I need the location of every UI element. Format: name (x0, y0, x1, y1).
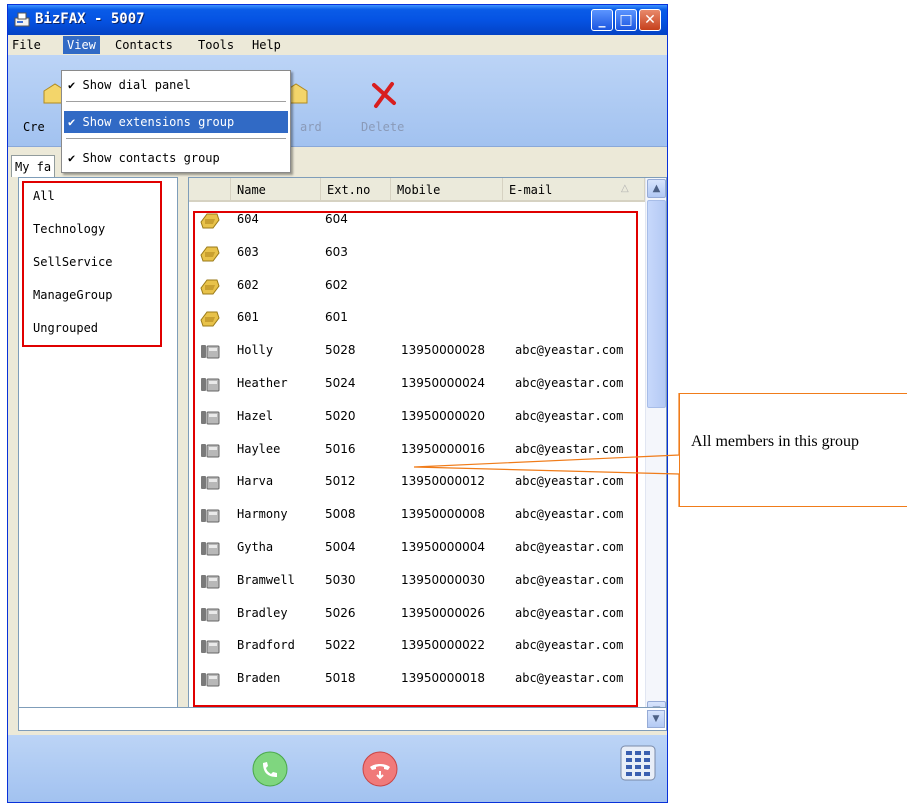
check-icon: ✔ (68, 115, 76, 129)
contact-list: Name Ext.no Mobile E-mail △ 604 604 603 603… (188, 177, 667, 723)
menu-item-show-extensions-group[interactable]: ✔ Show extensions group (64, 111, 288, 133)
menu-tools[interactable]: Tools (194, 36, 238, 54)
menu-item-label: Show contacts group (82, 151, 220, 165)
forward-button-label[interactable]: ard (300, 120, 322, 134)
menu-separator (66, 138, 286, 139)
group-item-technology[interactable]: Technology (33, 222, 105, 236)
menu-item-label: Show dial panel (82, 78, 191, 92)
scroll-thumb[interactable] (647, 200, 666, 408)
group-item-ungrouped[interactable]: Ungrouped (33, 321, 98, 335)
minimize-icon[interactable]: _ (591, 9, 613, 31)
group-item-sellservice[interactable]: SellService (33, 255, 112, 269)
menu-separator (66, 101, 286, 102)
group-item-managegroup[interactable]: ManageGroup (33, 288, 112, 302)
dropdown-arrow-icon[interactable]: ▼ (647, 710, 665, 728)
menu-item-show-dial-panel[interactable]: ✔ Show dial panel (64, 74, 288, 96)
hangup-button-icon[interactable] (362, 751, 398, 787)
create-button-label[interactable]: Cre (23, 120, 45, 134)
view-menu-dropdown: ✔ Show dial panel ✔ Show extensions grou… (61, 70, 291, 173)
vertical-scrollbar[interactable]: ▲ ▼ (645, 178, 666, 722)
dial-input[interactable]: ▼ (18, 707, 667, 731)
menu-help[interactable]: Help (248, 36, 285, 54)
call-button-icon[interactable] (252, 751, 288, 787)
delete-icon[interactable] (370, 81, 398, 109)
menu-bar: File View Contacts Tools Help (8, 35, 667, 55)
fax-app-icon (14, 12, 30, 27)
members-highlight-box (193, 211, 638, 707)
menu-item-label: Show extensions group (82, 115, 235, 129)
window-title: BizFAX - 5007 (35, 11, 145, 27)
col-header-icon[interactable] (189, 178, 231, 202)
check-icon: ✔ (68, 78, 76, 92)
col-header-mobile[interactable]: Mobile (391, 178, 503, 202)
check-icon: ✔ (68, 151, 76, 165)
tab-my-favorites[interactable]: My fa (11, 155, 56, 177)
maximize-icon[interactable]: □ (615, 9, 637, 31)
sort-arrow-icon: △ (621, 183, 629, 194)
col-header-ext[interactable]: Ext.no (321, 178, 391, 202)
menu-view[interactable]: View (63, 36, 100, 54)
menu-file[interactable]: File (8, 36, 45, 54)
callout-text: All members in this group (691, 433, 859, 450)
menu-item-show-contacts-group[interactable]: ✔ Show contacts group (64, 147, 288, 169)
dialpad-icon[interactable] (620, 745, 656, 781)
close-icon[interactable]: ✕ (639, 9, 661, 31)
group-list: All Technology SellService ManageGroup U… (18, 177, 178, 723)
menu-contacts[interactable]: Contacts (111, 36, 177, 54)
title-bar[interactable]: BizFAX - 5007 _ □ ✕ (8, 5, 667, 35)
dial-panel (8, 735, 667, 802)
list-header: Name Ext.no Mobile E-mail △ (189, 178, 645, 202)
group-item-all[interactable]: All (33, 189, 55, 203)
col-header-name[interactable]: Name (231, 178, 321, 202)
delete-button-label[interactable]: Delete (361, 120, 404, 134)
scroll-up-icon[interactable]: ▲ (647, 179, 666, 198)
